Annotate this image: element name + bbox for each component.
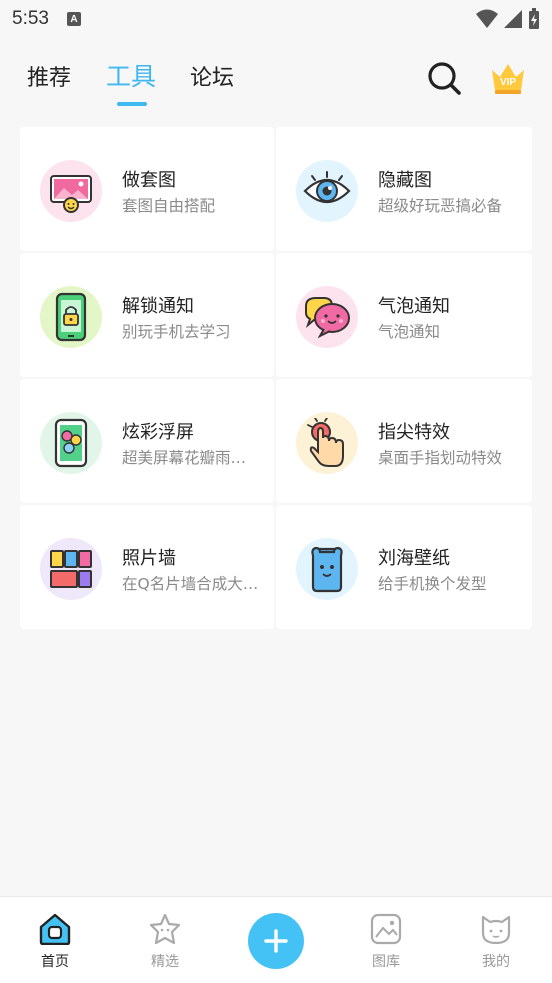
tool-card-float-screen[interactable]: 炫彩浮屏 超美屏幕花瓣雨…	[20, 379, 274, 503]
nav-label: 首页	[41, 954, 69, 970]
vip-crown-icon: VIP	[492, 64, 524, 94]
tool-desc: 超美屏幕花瓣雨…	[122, 449, 247, 467]
search-button[interactable]	[426, 60, 462, 96]
tab-recommend[interactable]: 推荐	[27, 60, 71, 92]
tab-tools[interactable]: 工具	[106, 57, 156, 93]
tool-card-notch-wallpaper[interactable]: 刘海壁纸 给手机换个发型	[276, 505, 532, 629]
status-time: 5:53	[12, 8, 49, 29]
tool-desc: 套图自由搭配	[122, 197, 216, 215]
battery-icon	[529, 8, 539, 29]
tool-desc: 桌面手指划动特效	[378, 449, 503, 467]
tool-grid: 做套图 套图自由搭配 隐藏图 超级好玩恶搞必备 解锁通知 别玩手机去学习 气泡通…	[20, 127, 532, 629]
active-tab-indicator	[117, 102, 147, 106]
phone-lock-icon	[40, 286, 102, 348]
notification-icon: A	[66, 12, 81, 26]
photo-grid-icon	[40, 538, 102, 600]
tab-forum[interactable]: 论坛	[190, 60, 234, 92]
plus-icon	[264, 929, 288, 953]
tool-card-make-set[interactable]: 做套图 套图自由搭配	[20, 127, 274, 251]
home-icon	[39, 913, 71, 945]
tool-card-bubble-notice[interactable]: 气泡通知 气泡通知	[276, 253, 532, 377]
tool-desc: 超级好玩恶搞必备	[378, 197, 503, 215]
signal-icon	[504, 10, 522, 28]
tool-title: 指尖特效	[378, 422, 450, 443]
finger-tap-icon	[296, 412, 358, 474]
tool-title: 气泡通知	[378, 296, 450, 317]
tool-card-hidden-image[interactable]: 隐藏图 超级好玩恶搞必备	[276, 127, 532, 251]
tool-title: 解锁通知	[122, 296, 194, 317]
nav-label: 图库	[372, 954, 400, 970]
cat-face-icon	[481, 915, 511, 945]
tool-desc: 气泡通知	[378, 323, 441, 341]
nav-label: 精选	[151, 954, 179, 970]
tool-card-unlock-notice[interactable]: 解锁通知 别玩手机去学习	[20, 253, 274, 377]
tool-desc: 在Q名片墙合成大…	[122, 575, 259, 593]
search-icon	[428, 62, 461, 95]
tool-title: 做套图	[122, 170, 176, 191]
star-icon	[149, 913, 181, 945]
status-bar: 5:53 A	[0, 0, 552, 38]
vip-label: VIP	[500, 77, 516, 88]
tool-card-finger-effect[interactable]: 指尖特效 桌面手指划动特效	[276, 379, 532, 503]
chat-bubble-icon	[296, 286, 358, 348]
flower-screen-icon	[40, 412, 102, 474]
vip-button[interactable]: VIP	[489, 60, 527, 96]
tool-desc: 给手机换个发型	[378, 575, 487, 593]
top-nav: 推荐 工具 论坛 VIP	[0, 56, 552, 112]
tool-title: 炫彩浮屏	[122, 422, 194, 443]
nav-gallery[interactable]: 图库	[356, 913, 416, 971]
tool-card-photo-wall[interactable]: 照片墙 在Q名片墙合成大…	[20, 505, 274, 629]
eye-icon	[296, 160, 358, 222]
picture-smile-icon	[40, 160, 102, 222]
tool-title: 隐藏图	[378, 170, 432, 191]
tool-title: 照片墙	[122, 548, 176, 569]
nav-mine[interactable]: 我的	[466, 913, 526, 971]
nav-home[interactable]: 首页	[25, 913, 85, 971]
status-icons	[476, 8, 540, 30]
notch-phone-icon	[296, 538, 358, 600]
tool-desc: 别玩手机去学习	[122, 323, 231, 341]
tool-title: 刘海壁纸	[378, 548, 450, 569]
gallery-icon	[370, 913, 402, 945]
nav-featured[interactable]: 精选	[135, 913, 195, 971]
nav-label: 我的	[482, 954, 510, 970]
wifi-icon	[476, 9, 498, 28]
add-button[interactable]	[248, 913, 304, 969]
bottom-nav: 首页 精选 图库 我的	[0, 896, 552, 983]
